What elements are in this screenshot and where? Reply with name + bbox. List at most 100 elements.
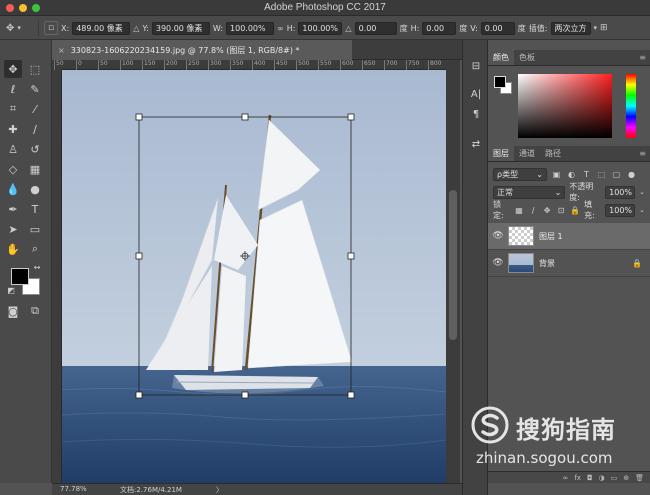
opacity-field[interactable]: 100% (605, 185, 636, 199)
reference-point-icon[interactable]: ▫ (44, 21, 58, 35)
type-tool-icon[interactable]: T (26, 200, 44, 218)
fx-icon[interactable]: fx (574, 474, 581, 482)
layer-name[interactable]: 背景 (539, 258, 632, 269)
filter-adjust-icon[interactable]: ◐ (566, 170, 577, 179)
folder-icon[interactable]: ▭ (611, 474, 618, 482)
lock-position-icon[interactable]: ✥ (542, 206, 552, 215)
layers-footer: ∞ fx ◘ ◑ ▭ ⊕ 🗑 (488, 471, 650, 483)
color-picker-field[interactable] (518, 74, 612, 138)
x-field[interactable]: 489.00 像素 (72, 21, 131, 35)
blur-tool-icon[interactable]: 💧 (4, 180, 22, 198)
healing-brush-tool-icon[interactable]: ✚ (4, 120, 22, 138)
tab-layers[interactable]: 图层 (488, 146, 514, 161)
panel-menu-icon[interactable]: ≡ (639, 149, 646, 158)
document-tab[interactable]: × 330823-16062202341​59.jpg @ 77.8% (图层 … (52, 40, 352, 60)
y-field[interactable]: 390.00 像素 (151, 21, 210, 35)
path-select-tool-icon[interactable]: ➤ (4, 220, 22, 238)
default-colors-icon[interactable]: ◩ (6, 285, 16, 295)
visibility-eye-icon[interactable]: 👁 (488, 258, 508, 268)
trash-icon[interactable]: 🗑 (635, 474, 644, 482)
close-tab-icon[interactable]: × (58, 46, 65, 55)
foreground-color-swatch[interactable] (11, 268, 29, 285)
ruler-tick-label: 650 (362, 60, 375, 70)
vskew-field[interactable]: 0.00 (480, 21, 515, 35)
move-tool-icon[interactable]: ✥ (4, 60, 22, 78)
layer-thumbnail (508, 226, 534, 246)
lock-artboard-icon[interactable]: ⊡ (556, 206, 566, 215)
tab-color[interactable]: 颜色 (488, 50, 514, 65)
ruler-tick-label: 400 (252, 60, 265, 70)
lock-transparency-icon[interactable]: ▦ (514, 206, 524, 215)
y-label: Y: (142, 23, 149, 33)
marquee-tool-icon[interactable]: ⬚ (26, 60, 44, 78)
gradient-tool-icon[interactable]: ▦ (26, 160, 44, 178)
character-panel-icon[interactable]: A| (468, 86, 484, 102)
scrollbar-thumb[interactable] (449, 190, 457, 340)
foreground-color-swatch[interactable] (494, 76, 506, 88)
ruler-tick-label: 200 (164, 60, 177, 70)
swap-colors-icon[interactable]: ↔ (32, 262, 42, 272)
quick-select-tool-icon[interactable]: ✎ (26, 80, 44, 98)
rotate-field[interactable]: 0.00 (354, 21, 397, 35)
filter-smart-icon[interactable]: ▢ (611, 170, 622, 179)
mask-icon[interactable]: ◘ (587, 474, 593, 482)
layer-row[interactable]: 👁 图层 1 (488, 223, 650, 250)
height-field[interactable]: 100.00% (298, 21, 343, 35)
new-layer-icon[interactable]: ⊕ (623, 474, 629, 482)
chevron-down-icon[interactable]: ⌄ (639, 206, 645, 214)
hskew-field[interactable]: 0.00 (422, 21, 457, 35)
panel-menu-icon[interactable]: ≡ (639, 53, 646, 62)
filter-shape-icon[interactable]: ⬚ (596, 170, 607, 179)
history-brush-tool-icon[interactable]: ↺ (26, 140, 44, 158)
fill-field[interactable]: 100% (605, 203, 636, 217)
hand-tool-icon[interactable]: ✋ (4, 240, 22, 258)
adjustments-panel-icon[interactable]: ⇄ (468, 136, 484, 152)
adjust-icon[interactable]: ◑ (599, 474, 605, 482)
blend-mode-select[interactable]: 正常 ⌄ (493, 185, 566, 199)
filter-type-icon[interactable]: T (581, 170, 592, 179)
link-icon[interactable]: ∞ (277, 24, 284, 33)
status-menu-arrow[interactable]: 〉 (216, 485, 223, 495)
chevron-down-icon[interactable]: ⌄ (639, 188, 645, 196)
delta-icon[interactable]: △ (133, 24, 139, 33)
chevron-down-icon[interactable]: ▾ (17, 24, 21, 32)
sailboat-image (62, 70, 446, 483)
history-panel-icon[interactable]: ⊟ (468, 58, 484, 74)
interpolation-select[interactable]: 两次立方 (550, 21, 591, 35)
brush-tool-icon[interactable]: ∕ (26, 120, 44, 138)
fill-label: 填充: (584, 200, 595, 220)
chevron-down-icon[interactable]: ▾ (594, 24, 598, 32)
rectangle-tool-icon[interactable]: ▭ (26, 220, 44, 238)
screen-mode-icon[interactable]: ⧉ (26, 302, 44, 320)
width-field[interactable]: 100.00% (226, 21, 275, 35)
paragraph-panel-icon[interactable]: ¶ (468, 106, 484, 122)
layer-row[interactable]: 👁 背景 🔒 (488, 250, 650, 277)
tab-swatches[interactable]: 色板 (514, 50, 540, 65)
link-icon[interactable]: ∞ (563, 474, 569, 482)
zoom-level[interactable]: 77.78% (60, 485, 87, 493)
eyedropper-tool-icon[interactable]: ⁄ (26, 100, 44, 118)
hue-slider[interactable] (626, 74, 636, 138)
eraser-tool-icon[interactable]: ◇ (4, 160, 22, 178)
lock-label: 锁定: (493, 200, 504, 220)
filter-pixel-icon[interactable]: ▣ (551, 170, 562, 179)
pen-tool-icon[interactable]: ✒ (4, 200, 22, 218)
lock-icon: 🔒 (632, 258, 642, 268)
tab-paths[interactable]: 路径 (540, 146, 566, 161)
warp-mode-icon[interactable]: ⊞ (600, 23, 608, 33)
crop-tool-icon[interactable]: ⌗ (4, 100, 22, 118)
filter-toggle-icon[interactable]: ● (626, 170, 637, 179)
lasso-tool-icon[interactable]: ℓ (4, 80, 22, 98)
tab-channels[interactable]: 通道 (514, 146, 540, 161)
lock-image-icon[interactable]: ∕ (528, 206, 538, 215)
zoom-tool-icon[interactable]: ⌕ (26, 240, 44, 258)
lock-all-icon[interactable]: 🔒 (570, 206, 580, 215)
visibility-eye-icon[interactable]: 👁 (488, 231, 508, 241)
ruler-tick-label: 500 (296, 60, 309, 70)
layer-name[interactable]: 图层 1 (539, 231, 650, 242)
dodge-tool-icon[interactable]: ● (26, 180, 44, 198)
canvas[interactable] (62, 70, 446, 483)
layer-filter-select[interactable]: ρ类型 ⌄ (493, 167, 547, 181)
quick-mask-icon[interactable]: ◙ (4, 302, 22, 320)
clone-stamp-tool-icon[interactable]: ♙ (4, 140, 22, 158)
